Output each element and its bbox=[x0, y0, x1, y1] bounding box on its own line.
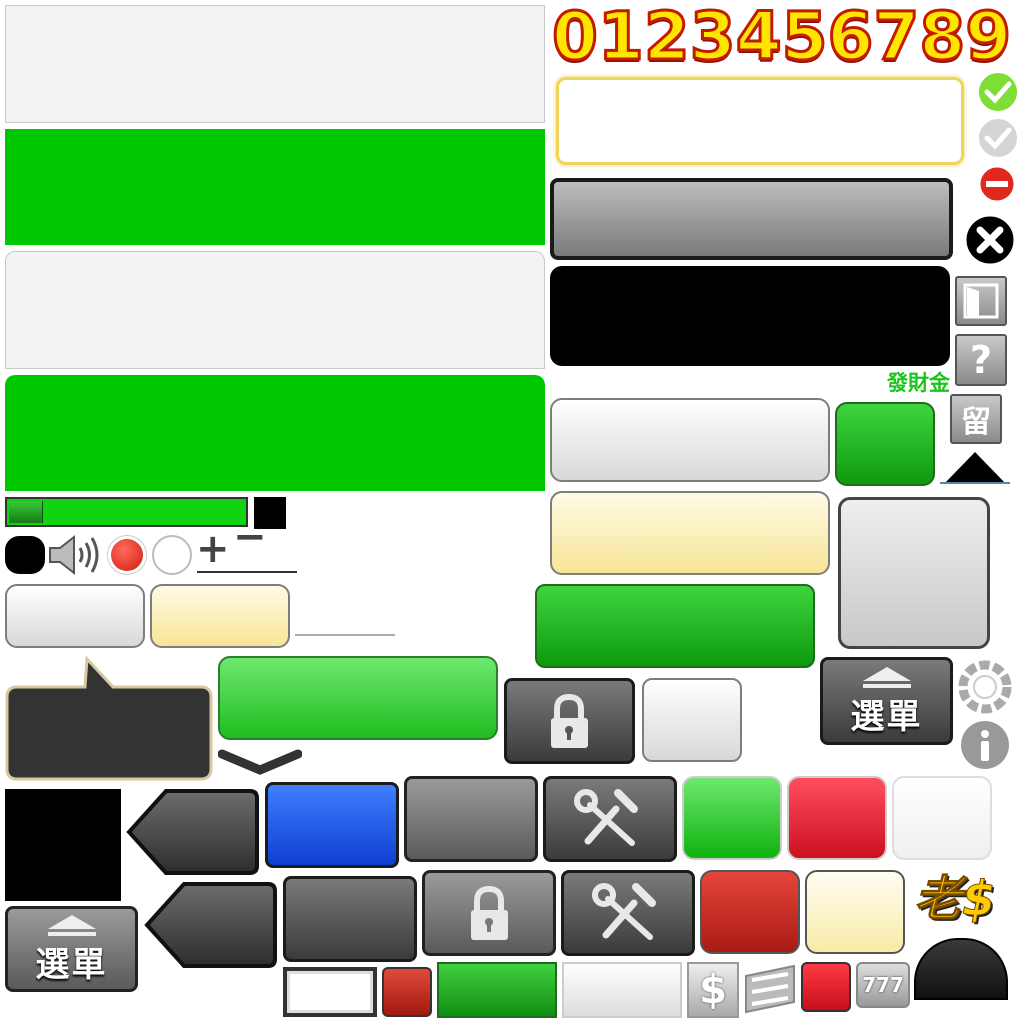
tools-icon bbox=[574, 789, 638, 846]
stay-button[interactable]: 留 bbox=[950, 394, 1002, 444]
close-icon[interactable] bbox=[962, 212, 1018, 268]
green-button-wide[interactable] bbox=[535, 584, 815, 668]
blue-button[interactable] bbox=[265, 782, 399, 868]
silver-button-wide[interactable] bbox=[550, 398, 830, 482]
white-frame bbox=[283, 967, 377, 1017]
cream-button-small[interactable] bbox=[150, 584, 290, 648]
ticket-icon bbox=[744, 962, 796, 1018]
info-icon[interactable] bbox=[958, 718, 1012, 772]
silver-button-small[interactable] bbox=[5, 584, 145, 648]
white-tile[interactable] bbox=[892, 776, 992, 860]
white-strip bbox=[562, 962, 682, 1018]
divider-line bbox=[197, 571, 297, 573]
gray-button[interactable] bbox=[404, 776, 538, 862]
cream-button-wide[interactable] bbox=[550, 491, 830, 575]
menu-label: 選單 bbox=[35, 944, 108, 985]
gray-bar-button[interactable] bbox=[550, 178, 953, 260]
highlight-input-frame bbox=[556, 77, 964, 165]
dollar-card-icon: $ bbox=[687, 962, 739, 1018]
plus-icon[interactable]: + bbox=[196, 529, 230, 570]
dark-button[interactable] bbox=[283, 876, 417, 962]
panel-green-1 bbox=[5, 129, 545, 245]
back-arrow-button-2[interactable] bbox=[144, 881, 278, 969]
eject-icon bbox=[47, 914, 96, 936]
red-chip-2[interactable] bbox=[801, 962, 851, 1012]
gray-square-panel bbox=[838, 497, 990, 649]
menu-button-left[interactable]: 選單 bbox=[5, 906, 138, 992]
progress-bar bbox=[5, 497, 248, 527]
silver-button-square[interactable] bbox=[642, 678, 742, 762]
check-icon-disabled[interactable] bbox=[976, 116, 1020, 160]
back-arrow-button[interactable] bbox=[126, 788, 260, 876]
tools-button[interactable] bbox=[543, 776, 677, 862]
red-chip[interactable] bbox=[382, 967, 432, 1017]
menu-label: 選單 bbox=[850, 696, 923, 737]
score-digits: 0123456789 bbox=[551, 0, 1013, 75]
exit-door-icon[interactable] bbox=[955, 276, 1007, 326]
green-strip bbox=[437, 962, 557, 1018]
menu-button-right[interactable]: 選單 bbox=[820, 657, 953, 745]
chevron-down-icon[interactable] bbox=[217, 748, 303, 778]
record-icon[interactable] bbox=[107, 535, 147, 575]
black-panel bbox=[550, 266, 950, 366]
speaker-icon[interactable] bbox=[48, 534, 104, 576]
cream-tile[interactable] bbox=[805, 870, 905, 954]
lock-icon bbox=[471, 885, 508, 940]
slot-777-icon: 777 bbox=[856, 962, 910, 1008]
green-tile[interactable] bbox=[682, 776, 782, 860]
progress-fill bbox=[9, 501, 44, 523]
empty-circle-button[interactable] bbox=[152, 535, 192, 575]
dark-red-tile[interactable] bbox=[700, 870, 800, 954]
minus-circle-icon[interactable] bbox=[977, 164, 1017, 204]
lock-button[interactable] bbox=[504, 678, 635, 764]
bonus-label: 發財金 bbox=[887, 371, 950, 395]
lock-icon bbox=[551, 693, 588, 748]
tools-button-2[interactable] bbox=[561, 870, 695, 956]
lock-button-gray[interactable] bbox=[422, 870, 556, 956]
panel-light-2 bbox=[5, 251, 545, 369]
triangle-up-icon[interactable] bbox=[940, 450, 1010, 486]
black-rounded-button[interactable] bbox=[5, 536, 45, 574]
dark-dome bbox=[914, 938, 1008, 1000]
loading-icon bbox=[958, 660, 1012, 714]
red-tile[interactable] bbox=[787, 776, 887, 860]
black-square bbox=[5, 789, 121, 901]
panel-green-2 bbox=[5, 375, 545, 491]
green-button-large[interactable] bbox=[218, 656, 498, 740]
help-icon[interactable]: ? bbox=[955, 334, 1007, 386]
tools-icon bbox=[592, 883, 656, 940]
minus-icon[interactable]: − bbox=[233, 517, 267, 557]
divider-line-light bbox=[295, 634, 395, 636]
panel-light-1 bbox=[5, 5, 545, 123]
game-logo: 老$ bbox=[914, 871, 996, 928]
green-button-square[interactable] bbox=[835, 402, 935, 486]
check-icon[interactable] bbox=[976, 70, 1020, 114]
speech-bubble bbox=[5, 655, 215, 783]
eject-icon bbox=[862, 666, 911, 688]
